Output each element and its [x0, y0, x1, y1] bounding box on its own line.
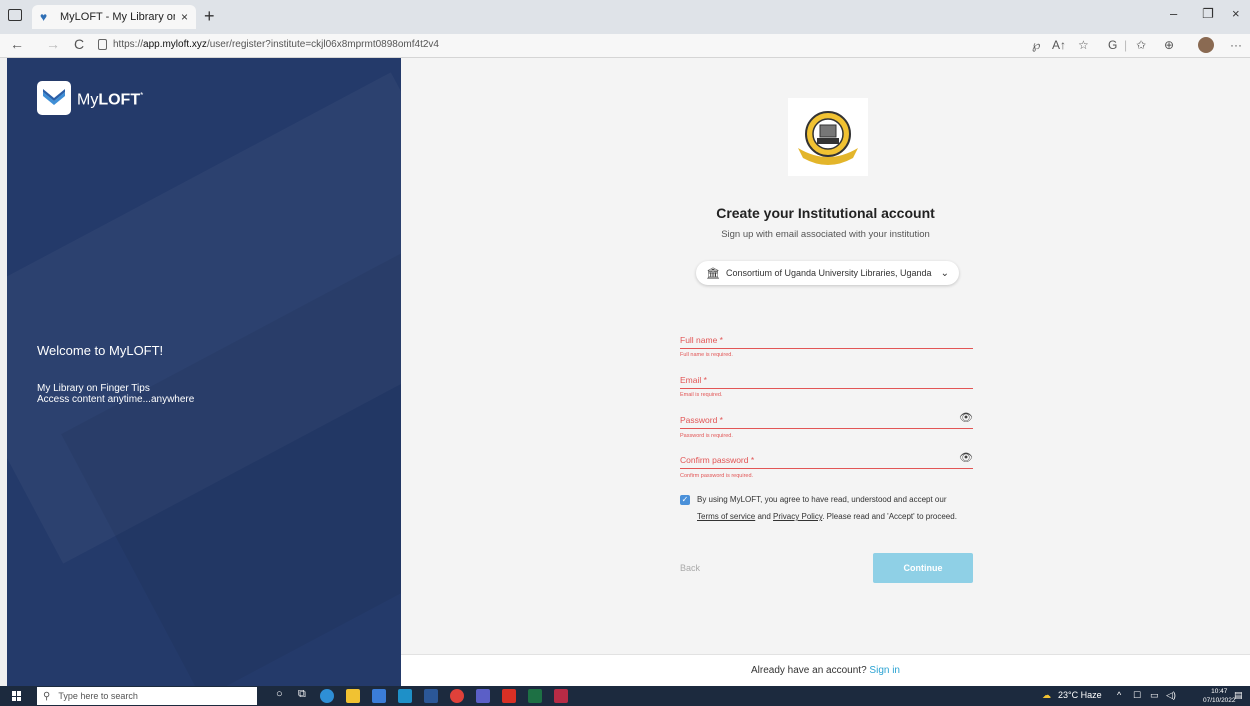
access-icon[interactable]: [554, 689, 568, 703]
favorite-star-icon[interactable]: ☆: [1078, 38, 1089, 52]
password-field[interactable]: Password * 👁: [680, 412, 973, 429]
search-placeholder: Type here to search: [58, 691, 138, 701]
url-path: /user/register?institute=ckjl06x8mprmt08…: [206, 39, 439, 50]
continue-button[interactable]: Continue: [873, 553, 973, 583]
file-explorer-icon[interactable]: [346, 689, 360, 703]
profile-avatar[interactable]: [1198, 37, 1214, 53]
acrobat-icon[interactable]: [502, 689, 516, 703]
privacy-policy-link[interactable]: Privacy Policy: [773, 512, 822, 521]
back-nav-icon[interactable]: ←: [10, 36, 24, 52]
browser-titlebar: ♥ MyLOFT - My Library on Finger T × + – …: [0, 0, 1250, 34]
chevron-down-icon: ⌄: [940, 267, 949, 279]
tab-title: MyLOFT - My Library on Finger T: [60, 11, 175, 23]
full-name-error: Full name is required.: [680, 352, 733, 358]
confirm-password-label: Confirm password *: [680, 455, 755, 465]
windows-taskbar: ⚲ Type here to search ○ ⧉ ☁ 23°C Haze ^ …: [0, 686, 1250, 706]
confirm-password-error: Confirm password is required.: [680, 473, 754, 479]
confirm-password-field[interactable]: Confirm password * 👁: [680, 452, 973, 469]
tagline-line2: Access content anytime...anywhere: [37, 394, 195, 405]
network-icon[interactable]: ▭: [1150, 690, 1159, 701]
close-window-button[interactable]: ×: [1232, 6, 1240, 21]
back-button[interactable]: Back: [680, 563, 700, 573]
minimize-button[interactable]: –: [1170, 6, 1177, 21]
notifications-icon[interactable]: ▤: [1234, 690, 1243, 701]
email-error: Email is required.: [680, 392, 723, 398]
terms-of-service-link[interactable]: Terms of service: [697, 512, 755, 521]
store-icon[interactable]: [372, 689, 386, 703]
signin-prompt: Already have an account? Sign in: [751, 665, 900, 676]
read-aloud-icon[interactable]: A↑: [1052, 38, 1066, 52]
registration-panel: Create your Institutional account Sign u…: [401, 58, 1250, 686]
restore-button[interactable]: ❐: [1202, 6, 1214, 22]
weather-text[interactable]: 23°C Haze: [1058, 690, 1102, 700]
and-text: and: [755, 512, 774, 521]
institution-label: Consortium of Uganda University Librarie…: [725, 268, 932, 278]
system-clock[interactable]: 10:47 07/10/2022: [1203, 687, 1236, 705]
email-field[interactable]: Email *: [680, 375, 973, 389]
consent-text: By using MyLOFT, you agree to have read,…: [697, 495, 947, 504]
full-name-field[interactable]: Full name *: [680, 335, 973, 349]
new-tab-button[interactable]: +: [204, 5, 215, 27]
institution-bank-icon: 🏛: [706, 267, 720, 280]
tagline-line1: My Library on Finger Tips: [37, 383, 150, 394]
weather-icon[interactable]: ☁: [1042, 690, 1051, 701]
key-icon[interactable]: ℘: [1032, 38, 1040, 52]
url-host: app.myloft.xyz: [143, 39, 207, 50]
volume-icon[interactable]: ◁): [1166, 690, 1176, 701]
welcome-panel: MyLOFT* Welcome to MyLOFT! My Library on…: [7, 58, 401, 686]
favorites-icon[interactable]: ✩: [1136, 38, 1146, 52]
welcome-heading: Welcome to MyLOFT!: [37, 343, 164, 358]
windows-start-icon[interactable]: [12, 691, 22, 701]
close-tab-icon[interactable]: ×: [181, 10, 188, 24]
cortana-icon[interactable]: ○: [276, 688, 283, 700]
clock-date: 07/10/2022: [1203, 697, 1236, 704]
grammarly-icon[interactable]: G: [1108, 38, 1117, 52]
sign-in-link[interactable]: Sign in: [869, 665, 900, 676]
toolbar-divider: |: [1124, 38, 1128, 52]
page-title: Create your Institutional account: [716, 205, 935, 221]
onedrive-icon[interactable]: ☐: [1133, 690, 1141, 701]
password-error: Password is required.: [680, 433, 733, 439]
consent-rest-text: . Please read and 'Accept' to proceed.: [822, 512, 957, 521]
url-prefix: https://: [113, 39, 144, 50]
more-menu-icon[interactable]: ···: [1230, 38, 1242, 52]
password-label: Password *: [680, 415, 723, 425]
chrome-icon[interactable]: [450, 689, 464, 703]
lock-icon[interactable]: [98, 39, 107, 50]
page-subtitle: Sign up with email associated with your …: [721, 229, 930, 240]
brand-name: MyLOFT*: [77, 91, 144, 109]
task-view-icon[interactable]: ⧉: [298, 688, 306, 701]
refresh-icon[interactable]: C: [74, 36, 84, 52]
url-field[interactable]: https://app.myloft.xyz/user/register?ins…: [113, 39, 439, 50]
institution-seal-logo: [788, 98, 868, 176]
clock-time: 10:47: [1211, 688, 1228, 695]
email-label: Email *: [680, 375, 707, 385]
myloft-favicon-icon: ♥: [40, 10, 48, 24]
seal-emblem-icon: [798, 111, 858, 165]
consent-checkbox[interactable]: ✓: [680, 495, 690, 505]
teams-icon[interactable]: [476, 689, 490, 703]
word-icon[interactable]: [424, 689, 438, 703]
signin-footer: Already have an account? Sign in: [401, 654, 1250, 686]
browser-tab[interactable]: ♥ MyLOFT - My Library on Finger T ×: [32, 5, 196, 29]
chevron-up-icon[interactable]: ^: [1117, 690, 1121, 700]
edge-app-icon[interactable]: [320, 689, 334, 703]
collections-icon[interactable]: ⊕: [1164, 38, 1174, 52]
show-password-eye-icon[interactable]: 👁: [959, 411, 973, 424]
tab-actions-icon[interactable]: [8, 9, 22, 21]
forward-nav-icon[interactable]: →: [46, 36, 60, 52]
address-bar-row: ← → C https://app.myloft.xyz/user/regist…: [0, 34, 1250, 58]
mail-icon[interactable]: [398, 689, 412, 703]
consent-links: Terms of service and Privacy Policy. Ple…: [697, 512, 957, 521]
show-confirm-password-eye-icon[interactable]: 👁: [959, 451, 973, 464]
excel-icon[interactable]: [528, 689, 542, 703]
search-icon: ⚲: [43, 690, 51, 702]
myloft-logo-icon: [37, 81, 71, 115]
institution-select[interactable]: 🏛 Consortium of Uganda University Librar…: [696, 261, 959, 285]
full-name-label: Full name *: [680, 335, 723, 345]
heart-logo-icon: [43, 89, 65, 105]
taskbar-search-input[interactable]: ⚲ Type here to search: [37, 687, 257, 705]
